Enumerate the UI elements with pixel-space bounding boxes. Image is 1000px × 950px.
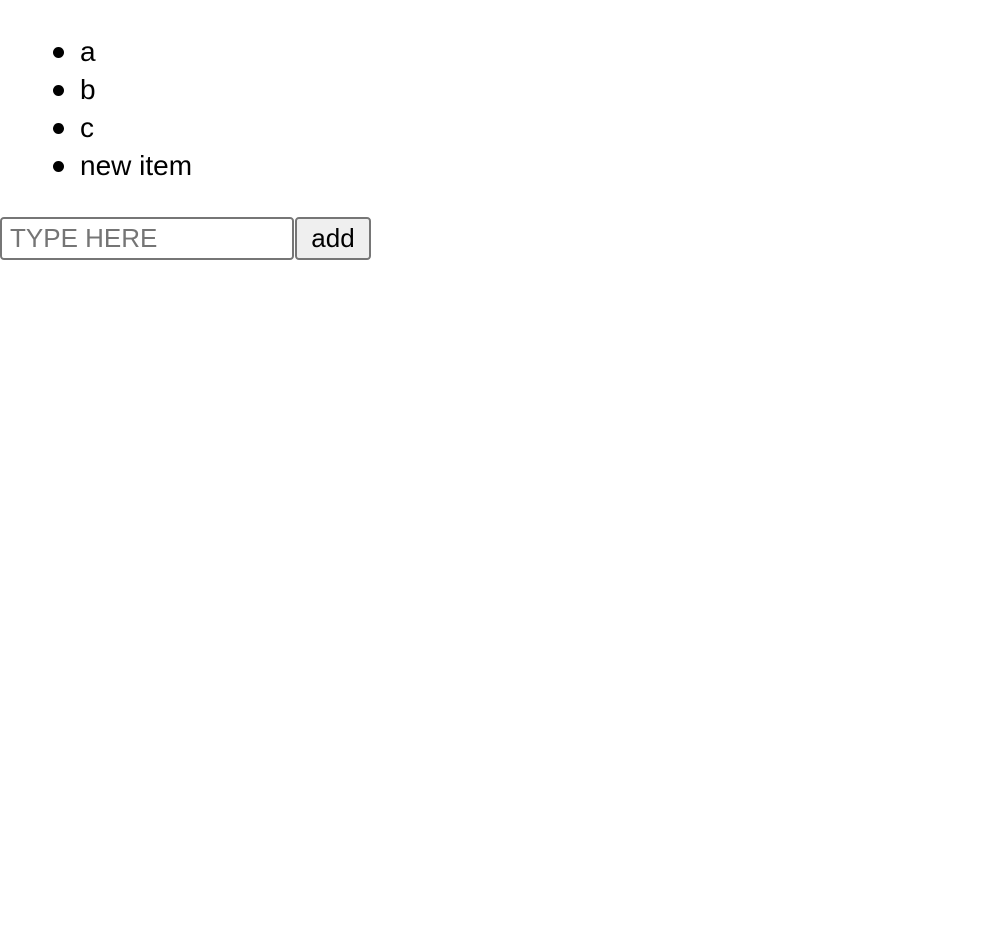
list-item: b [53,71,1000,109]
bullet-icon [53,85,64,96]
list-item-label: a [80,36,96,67]
list-item: c [53,109,1000,147]
add-button[interactable]: add [295,217,371,260]
item-list: a b c new item [0,0,1000,185]
item-text-input[interactable] [0,217,294,260]
list-item-label: c [80,112,94,143]
bullet-icon [53,47,64,58]
list-item: a [53,33,1000,71]
list-item-label: new item [80,150,193,181]
bullet-icon [53,161,64,172]
bullet-icon [53,123,64,134]
list-item: new item [53,147,1000,185]
list-item-label: b [80,74,96,105]
add-item-form: add [0,217,371,260]
